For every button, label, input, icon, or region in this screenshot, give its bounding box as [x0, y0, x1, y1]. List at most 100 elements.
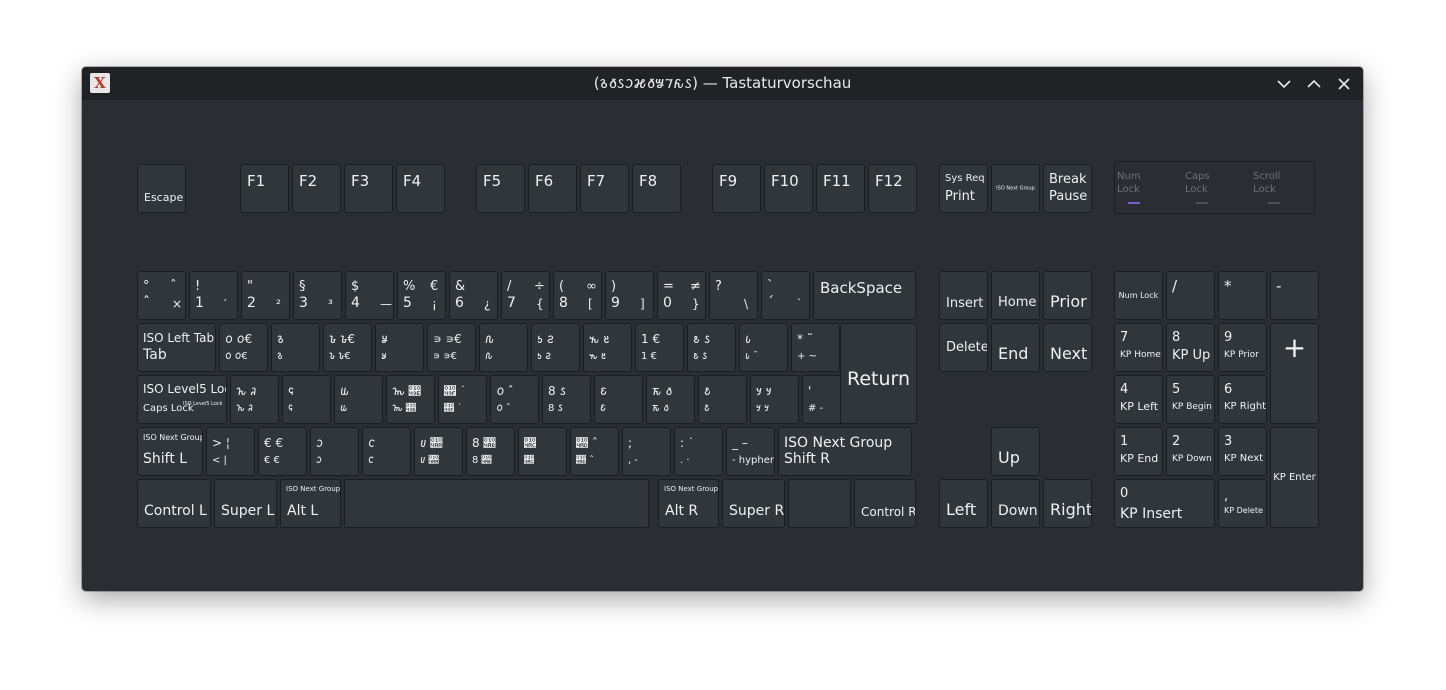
- key-f9[interactable]: F9: [712, 164, 761, 213]
- key-f3[interactable]: F3: [344, 164, 393, 213]
- row4-key-11[interactable]: _ – - hyphen: [726, 427, 775, 476]
- key-control-r[interactable]: Control R: [854, 479, 916, 528]
- row3-key-9[interactable]: 𐒣 𐒤𐒣 𐒤: [646, 375, 695, 424]
- row2-key-2[interactable]: 𐒈𐒈: [271, 323, 320, 372]
- key-f4[interactable]: F4: [396, 164, 445, 213]
- key-f7[interactable]: F7: [580, 164, 629, 213]
- key-kp-enter[interactable]: KP Enter: [1270, 427, 1319, 528]
- row2-key-6[interactable]: 𐒐𐒐: [479, 323, 528, 372]
- key-super-l[interactable]: Super L: [214, 479, 277, 528]
- key-kp-6[interactable]: 6 KP Right: [1218, 375, 1267, 424]
- key-left[interactable]: Left: [939, 479, 988, 528]
- key-insert[interactable]: Insert: [939, 271, 988, 320]
- key-escape[interactable]: Escape: [137, 164, 186, 213]
- key-f2[interactable]: F2: [292, 164, 341, 213]
- row2-key-10[interactable]: 𐒕 𐒖 𐒕 𐒖: [687, 323, 736, 372]
- row2-key-11[interactable]: 𐒗 𐒗 ˉ: [739, 323, 788, 372]
- row1-key-9[interactable]: ) 9]: [605, 271, 654, 320]
- key-right[interactable]: Right: [1043, 479, 1092, 528]
- row4-key-1[interactable]: > ¦ < |: [206, 427, 255, 476]
- key-f11[interactable]: F11: [816, 164, 865, 213]
- key-return[interactable]: Return: [840, 323, 917, 424]
- row1-key-0[interactable]: ° ˆ ˆ ×: [137, 271, 186, 320]
- key-kp-4[interactable]: 4 KP Left: [1114, 375, 1163, 424]
- row4-key-2[interactable]: € € € €: [258, 427, 307, 476]
- key-f6[interactable]: F6: [528, 164, 577, 213]
- key-f8[interactable]: F8: [632, 164, 681, 213]
- key-menu[interactable]: [788, 479, 851, 528]
- row3-key-0[interactable]: ISO Level5 LockCaps LockISO Level5 Lock: [137, 375, 227, 424]
- row1-key-11[interactable]: ? \: [709, 271, 758, 320]
- key-kp-subtract[interactable]: -: [1270, 271, 1319, 320]
- key-alt-l[interactable]: ISO Next Group Alt L: [280, 479, 341, 528]
- row2-key-5[interactable]: ∍ ∍€ ∍ ∍€: [427, 323, 476, 372]
- row1-key-3[interactable]: § 3 ³: [293, 271, 342, 320]
- row1-key-7[interactable]: / ÷ 7 {: [501, 271, 550, 320]
- key-kp-add[interactable]: +: [1270, 323, 1319, 424]
- row1-key-8[interactable]: (∞ 8 [: [553, 271, 602, 320]
- row1-key-2[interactable]: " 2 ²: [241, 271, 290, 320]
- key-f10[interactable]: F10: [764, 164, 813, 213]
- key-prior[interactable]: Prior: [1043, 271, 1092, 320]
- row1-key-1[interactable]: ! 1 ′: [189, 271, 238, 320]
- key-home[interactable]: Home: [991, 271, 1040, 320]
- minimize-icon[interactable]: [1275, 75, 1293, 93]
- row4-key-10[interactable]: : ˙ . ·: [674, 427, 723, 476]
- key-num-lock[interactable]: Num Lock: [1114, 271, 1163, 320]
- key-print[interactable]: Sys Req Print: [939, 164, 988, 213]
- row3-key-11[interactable]: 𐒦 𐒦𐒦 𐒦: [750, 375, 799, 424]
- key-backspace[interactable]: BackSpace: [813, 271, 916, 320]
- row1-key-6[interactable]: & 6 ¿: [449, 271, 498, 320]
- row4-key-9[interactable]: ; , -: [622, 427, 671, 476]
- key-down[interactable]: Down: [991, 479, 1040, 528]
- row2-key-0[interactable]: ISO Left Tab Tab: [137, 323, 216, 372]
- key-delete[interactable]: Delete: [939, 323, 988, 372]
- key-control-l[interactable]: Control L: [137, 479, 211, 528]
- key-pause[interactable]: Break Pause: [1043, 164, 1092, 213]
- close-icon[interactable]: [1335, 75, 1353, 93]
- key-kp-0[interactable]: 0 KP Insert: [1114, 479, 1215, 528]
- row3-key-10[interactable]: 𐒥𐒥: [698, 375, 747, 424]
- key-kp-1[interactable]: 1 KP End: [1114, 427, 1163, 476]
- key-kp-8[interactable]: 8 KP Up: [1166, 323, 1215, 372]
- row4-key-5[interactable]: 𐒩 𐒪 𐒩 𐒪: [414, 427, 463, 476]
- maximize-icon[interactable]: [1305, 75, 1323, 93]
- row3-key-1[interactable]: 𐒙 𐒚 𐒙 𐒚: [230, 375, 279, 424]
- key-super-r[interactable]: Super R: [722, 479, 785, 528]
- key-alt-r[interactable]: ISO Next Group Alt R: [658, 479, 719, 528]
- row3-key-3[interactable]: 𐒜𐒜: [334, 375, 383, 424]
- row2-key-1[interactable]: 𐒆 𐒆€ 𐒆 𐒆€: [219, 323, 268, 372]
- key-kp-2[interactable]: 2 KP Down: [1166, 427, 1215, 476]
- key-f1[interactable]: F1: [240, 164, 289, 213]
- row4-key-6[interactable]: 8 𐒫 8 𐒫: [466, 427, 515, 476]
- row4-key-7[interactable]: 𐒬 𐒬: [518, 427, 567, 476]
- key-kp-decimal[interactable]: , KP Delete: [1218, 479, 1267, 528]
- key-next[interactable]: Next: [1043, 323, 1092, 372]
- row4-key-3[interactable]: 𐒧𐒧: [310, 427, 359, 476]
- row3-key-7[interactable]: 8 𐒡8 𐒡: [542, 375, 591, 424]
- row2-key-12[interactable]: * ˜ + ~: [791, 323, 840, 372]
- row3-key-6[interactable]: 𐒠 ˆ𐒠 ˇ: [490, 375, 539, 424]
- key-iso-next-group[interactable]: ISO Next Group: [991, 164, 1040, 213]
- key-f12[interactable]: F12: [868, 164, 917, 213]
- row1-key-10[interactable]: = ≠ 0}: [657, 271, 706, 320]
- key-f5[interactable]: F5: [476, 164, 525, 213]
- key-kp-3[interactable]: 3 KP Next: [1218, 427, 1267, 476]
- key-kp-9[interactable]: 9 KP Prior: [1218, 323, 1267, 372]
- key-kp-multiply[interactable]: *: [1218, 271, 1267, 320]
- row4-key-0[interactable]: ISO Next Group Shift L: [137, 427, 203, 476]
- row3-key-8[interactable]: 𐒢𐒢: [594, 375, 643, 424]
- key-space[interactable]: [344, 479, 649, 528]
- row2-key-8[interactable]: 𐒓 𐒔 𐒓 𐒔: [583, 323, 632, 372]
- row3-key-5[interactable]: 𐒟 ˙ 𐒟 ˙: [438, 375, 487, 424]
- row4-key-12[interactable]: ISO Next Group Shift R: [778, 427, 912, 476]
- row1-key-4[interactable]: $4 —: [345, 271, 394, 320]
- key-up[interactable]: Up: [991, 427, 1040, 476]
- row2-key-9[interactable]: 1 €1 €: [635, 323, 684, 372]
- key-end[interactable]: End: [991, 323, 1040, 372]
- row3-key-4[interactable]: 𐒝 𐒞 𐒝 𐒞: [386, 375, 435, 424]
- row2-key-3[interactable]: 𐒊 𐒊€ 𐒊 𐒊€: [323, 323, 372, 372]
- row2-key-4[interactable]: 𐒋𐒋: [375, 323, 424, 372]
- row1-key-12[interactable]: ` ´ ˙: [761, 271, 810, 320]
- row4-key-8[interactable]: 𐒭 ˆ 𐒭 ˆ: [570, 427, 619, 476]
